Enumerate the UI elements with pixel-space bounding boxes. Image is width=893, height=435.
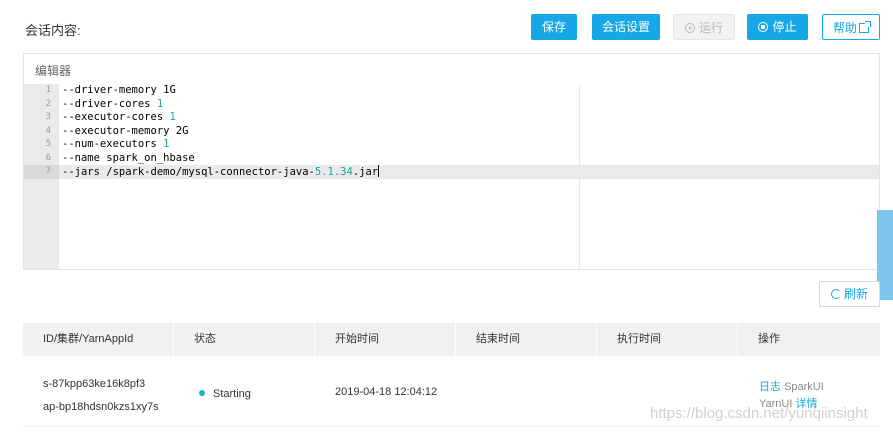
start-time: 2019-04-18 12:04:12 (335, 386, 438, 398)
numeric-token: 1 (156, 97, 164, 110)
text-cursor (378, 165, 380, 177)
session-id: s-87kpp63ke16k8pf3 (43, 378, 146, 390)
line-number: 4 (45, 125, 51, 136)
watermark: https://blog.csdn.net/yunqiinsight (650, 405, 868, 422)
numeric-token: 1 (163, 138, 170, 150)
cluster-id: ap-bp18hdsn0kzs1xy7s (43, 401, 159, 413)
save-button[interactable]: 保存 (531, 14, 577, 40)
print-margin (579, 84, 580, 269)
numeric-token: 1 (169, 111, 176, 123)
line-number: 7 (24, 165, 59, 179)
refresh-label: 刷新 (843, 287, 868, 301)
run-button[interactable]: 运行 (673, 14, 735, 40)
line-number: 2 (45, 98, 51, 109)
editor-label: 编辑器 (35, 64, 72, 78)
stop-icon (758, 22, 769, 32)
editor-panel: 编辑器 1 2 3 4 5 6 7 --driver-memory 1G --driver-c… (23, 53, 880, 270)
code-line[interactable]: --jars /spark-demo/mysql-connector-java-… (59, 165, 879, 179)
line-number: 1 (45, 85, 51, 95)
line-number: 5 (45, 139, 51, 149)
code-line[interactable]: --num-executors 1 (59, 138, 879, 152)
code-line[interactable]: --name spark_on_hbase (59, 152, 879, 166)
refresh-button[interactable]: 刷新 (819, 281, 880, 307)
stop-label: 停止 (772, 20, 797, 34)
code-line[interactable]: --driver-cores 1 (59, 98, 879, 112)
code-line[interactable]: --executor-cores 1 (59, 111, 879, 125)
run-label: 运行 (698, 21, 723, 35)
column-header-start-time: 开始时间 (315, 323, 456, 356)
help-button[interactable]: 帮助 (822, 14, 880, 40)
line-number: 6 (45, 152, 51, 163)
session-settings-button[interactable]: 会话设置 (592, 14, 660, 40)
line-number: 3 (45, 112, 51, 122)
column-header-duration: 执行时间 (597, 323, 738, 356)
page-title: 会话内容: (25, 23, 81, 38)
code-line[interactable]: --driver-memory 1G (59, 84, 879, 98)
play-icon (684, 23, 695, 33)
code-editor[interactable]: 1 2 3 4 5 6 7 --driver-memory 1G --driver-cores… (24, 84, 879, 269)
stop-button[interactable]: 停止 (747, 14, 808, 40)
status-dot-icon (199, 390, 205, 396)
code-line[interactable]: --executor-memory 2G (59, 125, 879, 139)
column-header-actions: 操作 (758, 333, 780, 345)
numeric-token: 5.1.34 (314, 166, 353, 178)
external-link-icon (859, 21, 871, 33)
status-text: Starting (213, 388, 251, 400)
line-number-gutter: 1 2 3 4 5 6 7 (24, 84, 59, 269)
toolbar: 会话内容: 保存 会话设置 运行 停止 帮助 (0, 0, 893, 52)
column-header-status: 状态 (174, 323, 315, 356)
log-link[interactable]: 日志 (759, 381, 781, 393)
refresh-icon (830, 289, 841, 299)
code-area[interactable]: --driver-memory 1G --driver-cores 1 --exec… (59, 84, 879, 269)
status-cell: Starting (199, 388, 251, 400)
column-header-end-time: 结束时间 (456, 323, 597, 356)
spark-ui-link[interactable]: SparkUI (784, 381, 824, 393)
column-header-id: ID/集群/YarnAppId (23, 323, 174, 356)
help-label: 帮助 (832, 21, 857, 35)
table-header: ID/集群/YarnAppId 状态 开始时间 结束时间 执行时间 操作 (23, 323, 880, 356)
actions-line-1: 日志 SparkUI (759, 378, 824, 394)
